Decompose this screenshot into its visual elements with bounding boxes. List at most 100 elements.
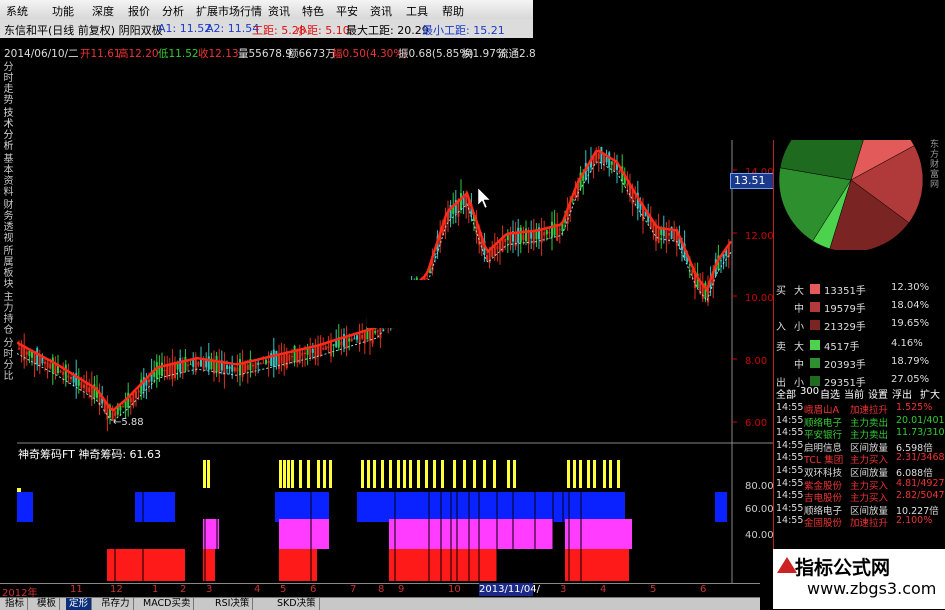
flow-control-button[interactable]: 设置	[868, 386, 888, 401]
side-tab-profile[interactable]: 基本资料	[2, 154, 15, 198]
yellow-spike	[493, 460, 496, 488]
time-tick: 4	[600, 584, 607, 595]
flow-control-button[interactable]: 全部	[776, 386, 796, 401]
alert-row[interactable]: 14:55 平安银行 主力卖出 11.73/310	[776, 427, 945, 439]
max-gongju-value: 最大工距: 20.29	[346, 24, 429, 37]
cursor-date-flag: 2013/11/04/一	[479, 583, 540, 608]
alert-row[interactable]: 14:55 金固股份 加速拉升 2.100%	[776, 515, 945, 527]
alert-row[interactable]: 14:55 顺络电子 区间放量 10.227倍	[776, 503, 945, 515]
blue-band	[135, 492, 175, 522]
flow-percent: 4.16%	[891, 338, 923, 349]
flow-control-button[interactable]: 自选	[820, 386, 840, 401]
indicator-tab-bar: 指标 模板 定形 吊存力 MACD买卖 RSI决策 SKD决策	[0, 597, 760, 610]
menu-depth[interactable]: 深度	[92, 3, 114, 19]
menu-news1[interactable]: 资讯	[268, 3, 290, 19]
alert-row[interactable]: 14:55 峨眉山A 加速拉升 1.525%	[776, 402, 945, 414]
yellow-spike	[381, 460, 384, 488]
menu-news2[interactable]: 资讯	[370, 3, 392, 19]
alert-stock: 顺络电子	[804, 417, 843, 427]
candle-body	[353, 338, 356, 340]
menu-help[interactable]: 帮助	[442, 3, 464, 19]
site-logo-icon	[777, 557, 797, 573]
side-tab-intraday[interactable]: 分时走势	[2, 62, 15, 106]
quote-open: 开11.61	[80, 48, 121, 60]
flow-row: 买大 13351手 12.30%	[774, 280, 945, 298]
side-tab-ratio[interactable]: 分时分比	[2, 338, 15, 382]
yellow-spike	[441, 460, 444, 488]
candle-body	[613, 161, 616, 171]
alert-time: 14:55	[776, 414, 804, 426]
time-tick: 1	[152, 584, 159, 595]
alert-time: 14:55	[776, 439, 804, 451]
side-tab-finance[interactable]: 财务透视	[2, 200, 15, 244]
side-tab-holdings[interactable]: 主力持仓	[2, 292, 15, 336]
candle-body	[618, 170, 621, 173]
candle-body	[517, 227, 520, 243]
occlusion-block	[367, 280, 537, 328]
alert-type: 主力买入	[850, 455, 889, 465]
indicator-title[interactable]: 神奇筹码FT	[18, 448, 75, 461]
quote-date: 2014/06/10/二	[4, 48, 79, 60]
menu-function[interactable]: 功能	[52, 3, 74, 19]
candle-body	[70, 377, 72, 380]
flow-control-button[interactable]: 浮出	[892, 386, 912, 401]
indicator-tab[interactable]: SKD决策	[274, 598, 320, 610]
flow-side: 买	[776, 286, 786, 297]
yellow-spike	[329, 460, 332, 488]
alert-type: 主力卖出	[850, 430, 889, 440]
alert-value: 2.100%	[896, 515, 933, 527]
quote-float: 流通2.8	[498, 48, 536, 60]
alert-row[interactable]: 14:55 吉电股份 主力买入 2.82/5047	[776, 490, 945, 502]
capital-flow-panel: 买大 13351手 12.30% 中 19579手 18.04% 入小 21329手 19.65…	[773, 140, 945, 609]
flow-control-button[interactable]: 扩大	[920, 386, 940, 401]
flow-control-button[interactable]: 300	[800, 386, 819, 397]
candle-body	[509, 233, 512, 245]
alert-row[interactable]: 14:55 双环科技 区间放量 6.088倍	[776, 465, 945, 477]
flow-swatch	[810, 358, 820, 368]
occlusion-block-top	[537, 60, 773, 140]
menu-system[interactable]: 系统	[6, 3, 28, 19]
flow-percent: 18.79%	[891, 356, 930, 367]
candle-body	[280, 356, 283, 364]
candle-body	[319, 345, 322, 356]
side-tab-sector[interactable]: 所属板块	[2, 246, 15, 290]
menu-quote[interactable]: 报价	[128, 3, 150, 19]
indicator-tab[interactable]: 吊存力	[98, 598, 134, 610]
alert-value: 20.01/401	[896, 414, 945, 426]
candle-body	[215, 355, 218, 372]
alert-row[interactable]: 14:55 启明信息 区间放量 6.598倍	[776, 440, 945, 452]
alert-row[interactable]: 14:55 顺络电子 主力卖出 20.01/401	[776, 415, 945, 427]
side-tab-technical[interactable]: 技术分析	[2, 108, 15, 152]
yellow-spike	[361, 460, 364, 488]
yellow-spike	[473, 460, 476, 488]
candlestick-chart[interactable]	[17, 60, 773, 583]
menu-pingan[interactable]: 平安	[336, 3, 358, 19]
indicator-tab[interactable]: MACD买卖	[140, 598, 195, 610]
alert-time: 14:55	[776, 477, 804, 489]
indicator-tab[interactable]: 定形	[66, 598, 93, 610]
candle-body	[600, 146, 603, 164]
menu-analysis[interactable]: 分析	[162, 3, 184, 19]
indicator-tab[interactable]: 模板	[34, 598, 61, 610]
menu-ext-market[interactable]: 扩展市场行情	[196, 3, 262, 19]
indicator-tab[interactable]: RSI决策	[212, 598, 254, 610]
indicator-header: 神奇筹码FT 神奇筹码: 61.63	[18, 446, 161, 462]
indicator-value: 神奇筹码: 61.63	[78, 448, 162, 461]
candle-body	[626, 183, 629, 187]
menu-special[interactable]: 特色	[302, 3, 324, 19]
magenta-band	[507, 519, 553, 549]
alert-row[interactable]: 14:55 紫金股份 主力买入 4.81/4927	[776, 478, 945, 490]
candle-body	[499, 241, 501, 252]
alert-row[interactable]: 14:55 TCL 集团 主力买入 2.31/3468	[776, 452, 945, 464]
flow-control-button[interactable]: 当前	[844, 386, 864, 401]
alert-stock: 吉电股份	[804, 493, 843, 503]
candle-body	[257, 362, 260, 366]
candle-body	[267, 360, 270, 364]
indicator-tab[interactable]: 指标	[2, 598, 29, 610]
candle-body	[304, 352, 306, 355]
time-tick: 8	[378, 584, 385, 595]
candle-body	[176, 363, 179, 370]
alert-time: 14:55	[776, 402, 804, 413]
stock-title: 东信和平(日线 前复权) 阴阳双极	[4, 24, 163, 37]
menu-tools[interactable]: 工具	[406, 3, 428, 19]
